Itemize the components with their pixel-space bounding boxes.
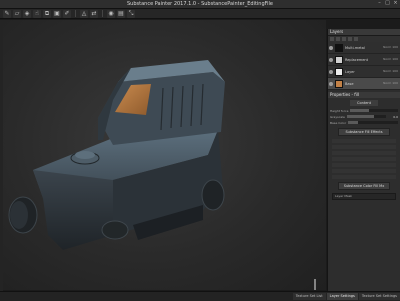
- property-label: Base Color: [330, 120, 347, 125]
- disabled-row: [332, 175, 396, 179]
- bottom-knob: [101, 220, 129, 240]
- layer-blend: Norm 100: [383, 80, 398, 85]
- layer-thumbnail: [335, 79, 343, 88]
- side-knob: [201, 179, 225, 211]
- visibility-eye-icon[interactable]: [329, 69, 333, 74]
- clone-icon[interactable]: ⧉: [43, 9, 51, 18]
- layer-item[interactable]: Multi-metal Norm 100: [328, 42, 400, 54]
- layer-thumbnail: [335, 43, 343, 52]
- disabled-row: [332, 169, 396, 173]
- properties-header: Properties - fill: [328, 92, 400, 98]
- close-icon[interactable]: ×: [393, 1, 398, 6]
- disabled-row: [332, 145, 396, 149]
- delete-layer-icon[interactable]: [354, 37, 358, 41]
- substance-fill-button[interactable]: Substance Fill Effects: [338, 128, 390, 136]
- window-title: Substance Painter 2017.1.0 - SubstancePa…: [127, 1, 273, 7]
- layer-blend: Norm 100: [383, 68, 398, 73]
- reflex-sight-model: [8, 60, 225, 250]
- scale-icon[interactable]: ⤡: [127, 9, 135, 18]
- visibility-eye-icon[interactable]: [329, 57, 333, 62]
- 3d-viewport[interactable]: [3, 20, 326, 290]
- property-label: Height force: [330, 108, 349, 113]
- picker-icon[interactable]: ✐: [63, 9, 71, 18]
- layer-blend: Norm 100: [383, 56, 398, 61]
- property-slider[interactable]: [346, 115, 386, 118]
- layer-item-selected[interactable]: Base Norm 100: [328, 78, 400, 90]
- layer-thumbnail: [335, 67, 343, 76]
- property-slider[interactable]: [348, 121, 398, 124]
- layer-item[interactable]: Layer Norm 100: [328, 66, 400, 78]
- property-row[interactable]: Base Color: [330, 120, 398, 125]
- disabled-row: [332, 163, 396, 167]
- tab-texture-set-settings[interactable]: Texture Set Settings: [358, 293, 400, 300]
- tab-texture-set-list[interactable]: Texture Set List: [292, 293, 326, 300]
- mask-select[interactable]: Layer Mask: [332, 193, 396, 200]
- eraser-icon[interactable]: ▱: [13, 9, 21, 18]
- polygon-fill-icon[interactable]: ◬: [80, 9, 88, 18]
- fill-icon[interactable]: ▣: [53, 9, 61, 18]
- property-label: Grayscale: [330, 114, 345, 119]
- tab-content[interactable]: Content: [350, 100, 378, 106]
- layer-name: Base: [345, 81, 354, 86]
- property-row[interactable]: Height force: [330, 108, 398, 113]
- minimize-icon[interactable]: –: [377, 1, 382, 6]
- title-bar: Substance Painter 2017.1.0 - SubstancePa…: [0, 0, 400, 9]
- texture-icon[interactable]: ▤: [117, 9, 125, 18]
- right-panel: Layers Multi-metal Norm 100 Replacement …: [327, 29, 400, 291]
- visibility-eye-icon[interactable]: [329, 45, 333, 50]
- add-folder-icon[interactable]: [348, 37, 352, 41]
- projection-icon[interactable]: ◈: [23, 9, 31, 18]
- layers-header: Layers: [328, 29, 400, 36]
- add-fill-icon[interactable]: [336, 37, 340, 41]
- disabled-row: [332, 151, 396, 155]
- property-row[interactable]: Grayscale 0.0: [330, 114, 398, 119]
- tab-layer-settings[interactable]: Layer Settings: [326, 293, 358, 300]
- maximize-icon[interactable]: □: [385, 1, 390, 6]
- layer-item[interactable]: Replacement Norm 100: [328, 54, 400, 66]
- camera-icon[interactable]: ◉: [107, 9, 115, 18]
- layer-thumbnail: [335, 55, 343, 64]
- property-slider[interactable]: [350, 109, 398, 112]
- tool-bar: ✎ ▱ ◈ ☝ ⧉ ▣ ✐ ◬ ⇄ ◉ ▤ ⤡: [0, 9, 400, 19]
- layer-blend: Norm 100: [383, 44, 398, 49]
- disabled-row: [332, 157, 396, 161]
- symmetry-icon[interactable]: ⇄: [90, 9, 98, 18]
- color-fill-mask-button[interactable]: Substance Color Fill Mx: [338, 182, 390, 190]
- brush-icon[interactable]: ✎: [3, 9, 11, 18]
- layer-name: Layer: [345, 69, 355, 74]
- property-value: 0.0: [393, 114, 398, 119]
- add-layer-icon[interactable]: [330, 37, 334, 41]
- smudge-icon[interactable]: ☝: [33, 9, 41, 18]
- sight-base-front: [33, 170, 113, 250]
- disabled-row: [332, 139, 396, 143]
- layer-name: Multi-metal: [345, 45, 365, 50]
- layer-name: Replacement: [345, 57, 368, 62]
- add-mask-icon[interactable]: [342, 37, 346, 41]
- visibility-eye-icon[interactable]: [329, 81, 333, 86]
- axis-gizmo: [303, 275, 326, 290]
